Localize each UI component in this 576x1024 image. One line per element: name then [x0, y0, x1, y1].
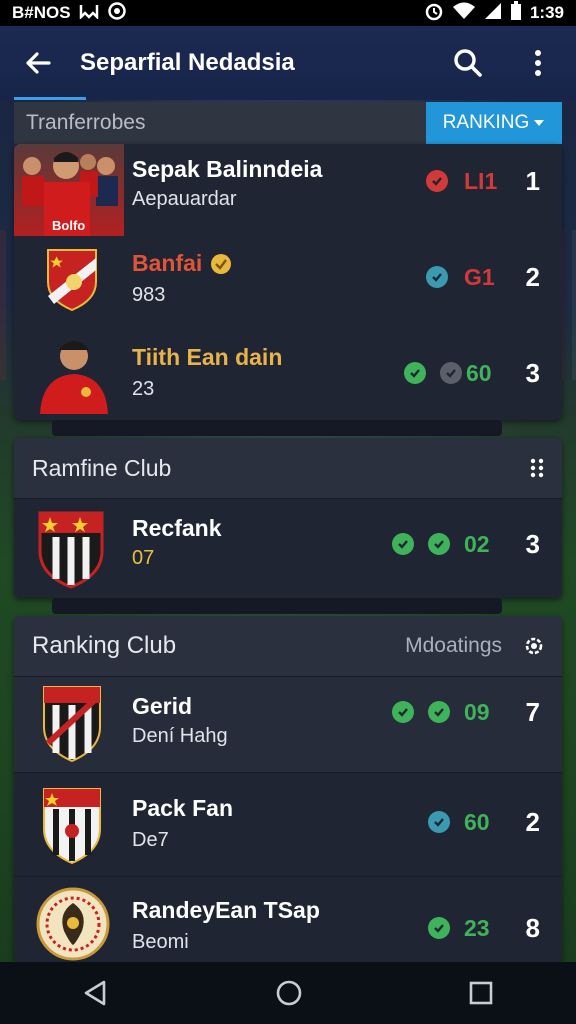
- arrow-left-icon: [26, 52, 51, 74]
- back-triangle-icon[interactable]: [82, 979, 110, 1007]
- team-score: G1: [464, 264, 495, 290]
- team-rank: 3: [525, 529, 540, 559]
- status-check-icon: [392, 533, 414, 555]
- recents-square-icon[interactable]: [468, 980, 494, 1006]
- status-check-icon: [426, 266, 448, 288]
- team-name: Tiith Ean dain: [132, 344, 283, 370]
- ranking-dropdown-label: RANKING: [442, 112, 530, 133]
- team-name: RandeyEan TSap: [132, 897, 320, 923]
- status-carrier: B#NOS: [12, 3, 71, 22]
- ratings-link[interactable]: Mdoatings: [405, 634, 502, 658]
- status-check-icon: [428, 811, 450, 833]
- status-check-icon: [428, 917, 450, 939]
- team-photo: Bolfo: [14, 144, 124, 236]
- tab-indicator: [14, 97, 86, 100]
- team-name: Sepak Balinndeia: [132, 156, 323, 182]
- divider: [52, 420, 502, 436]
- team-score: 60: [466, 360, 492, 386]
- team-subtitle: Beomi: [132, 931, 189, 953]
- more-vertical-icon: [535, 50, 541, 76]
- card-title: Ramfine Club: [32, 454, 172, 481]
- sync-icon: [107, 1, 127, 26]
- team-score: 09: [464, 699, 490, 725]
- team-subtitle: 07: [132, 547, 155, 569]
- list-item[interactable]: Banfai 983 G1 2: [14, 236, 562, 326]
- team-subtitle: Dení Hahg: [132, 725, 228, 747]
- team-rank: 7: [525, 697, 540, 727]
- list-item[interactable]: Tiith Ean dain 23 60 3: [14, 326, 562, 420]
- team-subtitle: 983: [132, 284, 166, 306]
- team-name: Recfank: [132, 515, 222, 541]
- status-check-icon: [428, 701, 450, 723]
- status-check-icon: [404, 362, 426, 384]
- status-x-icon: [426, 170, 448, 192]
- app-bar: Separfial Nedadsia: [0, 26, 576, 100]
- club-crest: [40, 785, 104, 870]
- team-rank: 1: [525, 166, 540, 196]
- more-options-button[interactable]: [516, 41, 560, 85]
- page-title: Separfial Nedadsia: [80, 49, 295, 76]
- team-rank: 2: [525, 262, 540, 292]
- team-name: Pack Fan: [132, 795, 233, 821]
- status-check-icon: [428, 533, 450, 555]
- card-title: Ranking Club: [32, 632, 177, 659]
- team-subtitle: Aepauardar: [132, 188, 237, 210]
- chevron-down-icon: [534, 120, 545, 126]
- photo-caption: Bolfo: [52, 218, 86, 233]
- status-check-icon: [440, 362, 462, 384]
- card-header: Ramfine Club: [14, 438, 562, 498]
- verified-badge-icon: [211, 253, 232, 274]
- list-item[interactable]: Pack Fan De7 60 2: [14, 772, 562, 876]
- team-score: LI1: [464, 168, 498, 194]
- card-header-actions: Mdoatings: [405, 634, 544, 658]
- team-subtitle: De7: [132, 829, 169, 851]
- list-item[interactable]: Bolfo Sepak Balinndeia Aepauardar LI1 1: [14, 144, 562, 236]
- team-subtitle: 23: [132, 378, 155, 400]
- club-crest: [36, 887, 110, 962]
- system-nav-bar: [0, 962, 576, 1024]
- team-rank: 8: [525, 913, 540, 943]
- notification-icon: [79, 3, 99, 24]
- club-crest: [44, 248, 100, 317]
- club-crest: [40, 683, 104, 768]
- ranking-dropdown[interactable]: RANKING: [426, 102, 562, 144]
- home-circle-icon[interactable]: [275, 979, 303, 1007]
- team-rank: 2: [525, 807, 540, 837]
- tab-transfers[interactable]: Tranferrobes: [14, 102, 426, 144]
- list-item[interactable]: Gerid Dení Hahg 09 7: [14, 676, 562, 772]
- divider: [52, 598, 502, 614]
- team-score: 02: [464, 531, 490, 557]
- status-check-icon: [392, 701, 414, 723]
- tab-strip: Tranferrobes RANKING: [14, 102, 562, 144]
- ranking-club-card: Ranking Club Mdoatings Gerid Dení Hahg 0…: [14, 616, 562, 962]
- wifi-icon: [452, 2, 476, 25]
- list-item[interactable]: RandeyEan TSap Beomi 23 8: [14, 876, 562, 962]
- search-icon: [454, 49, 482, 77]
- back-button[interactable]: [16, 41, 60, 85]
- alarm-icon: [424, 1, 444, 26]
- team-score: 60: [464, 809, 490, 835]
- team-score: 23: [464, 915, 490, 941]
- team-rank: 3: [525, 358, 540, 388]
- signal-icon: [484, 2, 502, 25]
- club-crest: [36, 509, 106, 594]
- team-name: Banfai: [132, 250, 232, 277]
- battery-icon: [510, 0, 522, 26]
- player-avatar: [34, 332, 114, 419]
- list-item[interactable]: Recfank 07 02 3: [14, 498, 562, 598]
- team-name: Gerid: [132, 693, 193, 719]
- search-button[interactable]: [446, 41, 490, 85]
- settings-icon[interactable]: [524, 636, 544, 656]
- team-name-text: Banfai: [132, 250, 203, 276]
- status-time: 1:39: [529, 3, 564, 22]
- club-card: Ramfine Club Recfank 07 02 3: [14, 438, 562, 598]
- card-header: Ranking Club Mdoatings: [14, 616, 562, 676]
- status-bar: B#NOS 1:39: [0, 0, 576, 26]
- drag-handle-icon[interactable]: [530, 458, 544, 478]
- ranking-card-top: Bolfo Sepak Balinndeia Aepauardar LI1 1 …: [14, 144, 562, 420]
